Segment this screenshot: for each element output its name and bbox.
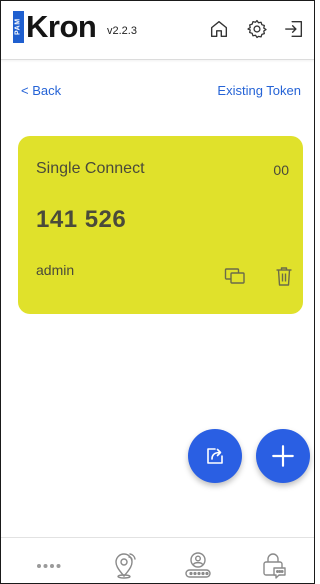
add-token-button[interactable] <box>256 429 310 483</box>
nav-secure-chat[interactable] <box>256 550 290 580</box>
app-header: PAM Kron v2.2.3 <box>1 1 314 60</box>
user-badge-icon <box>185 552 211 578</box>
token-username: admin <box>36 262 75 278</box>
share-token-button[interactable] <box>188 429 242 483</box>
token-counter: 00 <box>273 162 289 178</box>
app-frame: PAM Kron v2.2.3 < Back Existing Token Si… <box>0 0 315 584</box>
logout-icon[interactable] <box>283 18 305 40</box>
logo-pam-badge: PAM <box>13 11 24 43</box>
logo-wordmark: Kron <box>26 9 97 44</box>
copy-icon[interactable] <box>223 264 247 288</box>
trash-icon[interactable] <box>272 264 296 288</box>
lock-chat-icon <box>263 553 286 579</box>
dots-icon <box>37 564 61 568</box>
nav-dots-icon[interactable] <box>32 550 66 580</box>
back-link[interactable]: < Back <box>21 83 61 98</box>
home-icon[interactable] <box>208 18 230 40</box>
nav-location[interactable] <box>107 550 141 580</box>
location-icon <box>115 553 136 579</box>
token-code: 141 526 <box>36 206 127 233</box>
share-icon <box>207 448 223 464</box>
token-card[interactable]: Single Connect 00 141 526 admin <box>18 136 303 314</box>
app-version: v2.2.3 <box>107 25 137 37</box>
bottom-nav <box>1 537 314 583</box>
kron-logo: PAM Kron <box>13 9 97 45</box>
plus-icon <box>272 445 294 467</box>
existing-token-link[interactable]: Existing Token <box>217 83 301 98</box>
nav-user[interactable] <box>181 550 215 580</box>
token-name: Single Connect <box>36 160 145 177</box>
gear-icon[interactable] <box>246 18 268 40</box>
